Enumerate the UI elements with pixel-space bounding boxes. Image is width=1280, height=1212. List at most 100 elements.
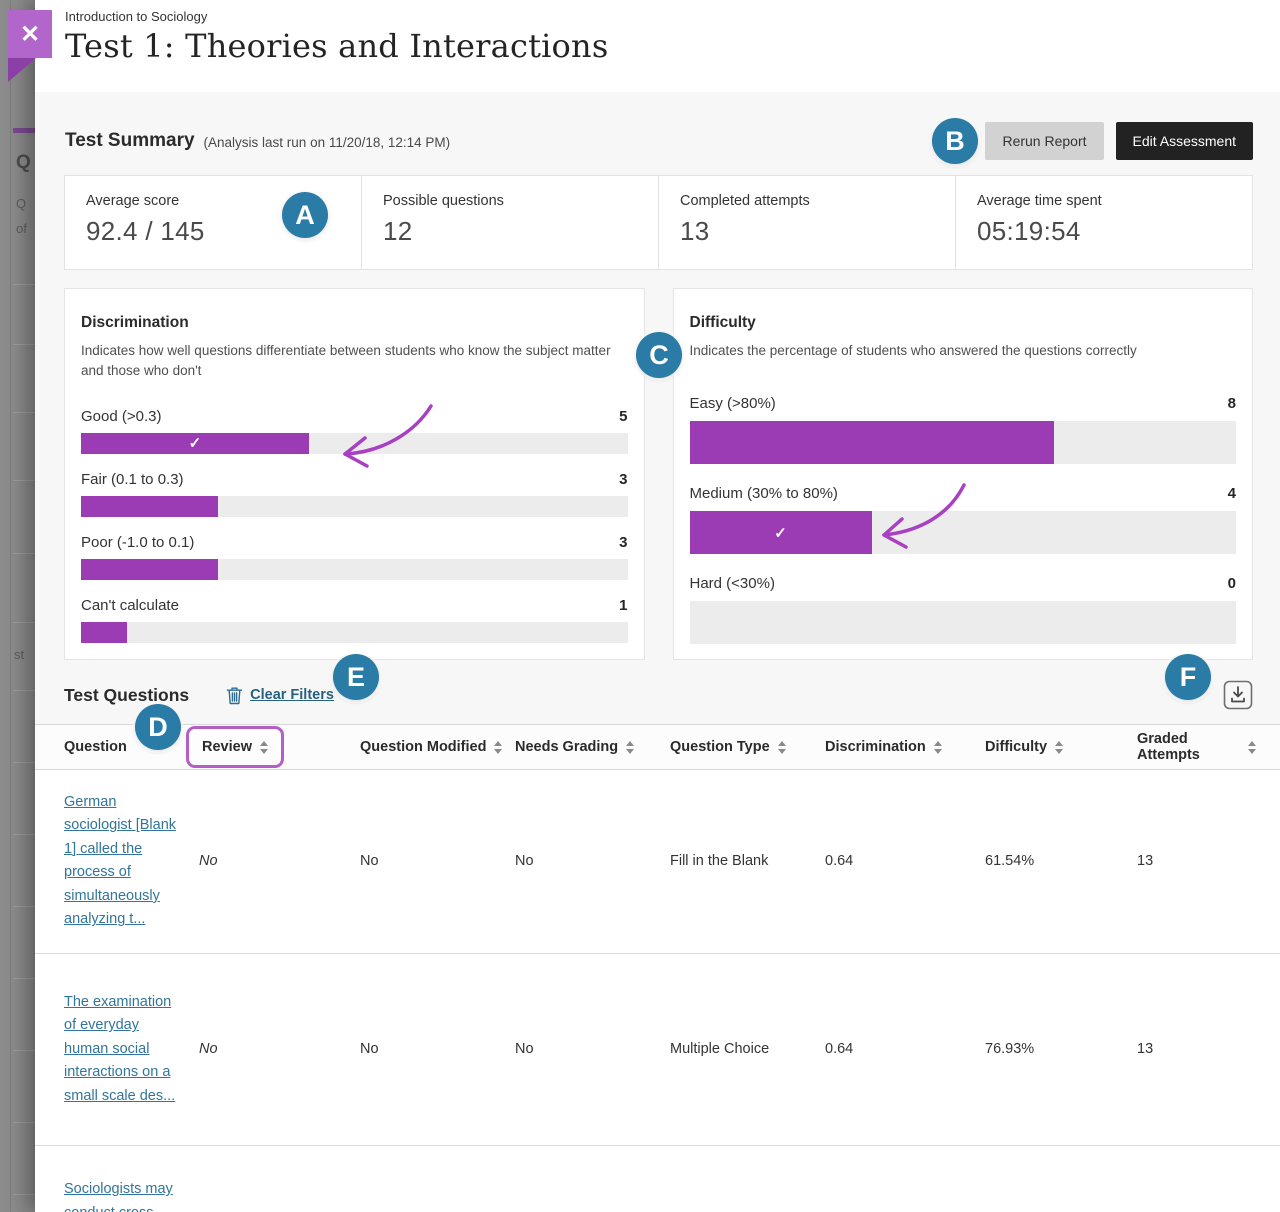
screenshot-stage: Q Q of st ✕ Introduction to Sociology Te… bbox=[0, 0, 1280, 1212]
course-name: Introduction to Sociology bbox=[65, 9, 1280, 24]
column-header-question-type[interactable]: Question Type bbox=[670, 739, 825, 755]
backdrop-row-divider bbox=[13, 762, 35, 763]
close-ribbon-tail bbox=[8, 58, 36, 82]
difficulty-value: 76.93% bbox=[985, 1041, 1137, 1057]
question-modified-value: No bbox=[360, 1041, 515, 1057]
close-icon: ✕ bbox=[20, 20, 40, 49]
bar-label: Can't calculate bbox=[81, 597, 179, 614]
column-label: Review bbox=[202, 739, 252, 755]
sort-icon[interactable] bbox=[626, 741, 634, 754]
question-link[interactable]: Sociologists may conduct cross-cultural … bbox=[64, 1178, 178, 1212]
difficulty-value: 61.54% bbox=[985, 853, 1137, 869]
bar-count: 8 bbox=[1228, 395, 1236, 412]
stat-value: 05:19:54 bbox=[977, 216, 1252, 247]
backdrop-row-divider bbox=[13, 1122, 35, 1123]
sort-icon[interactable] bbox=[778, 741, 786, 754]
backdrop-text-fragment: of bbox=[16, 221, 27, 236]
bar-count: 3 bbox=[619, 471, 627, 488]
bar-label: Poor (-1.0 to 0.1) bbox=[81, 534, 194, 551]
download-results-button[interactable] bbox=[1223, 680, 1253, 710]
question-modified-value: No bbox=[360, 853, 515, 869]
discrimination-description: Indicates how well questions differentia… bbox=[81, 341, 628, 382]
discrimination-chart-panel: Discrimination Indicates how well questi… bbox=[64, 288, 645, 660]
sort-icon[interactable] bbox=[1055, 741, 1063, 754]
column-header-review[interactable]: Review bbox=[199, 726, 360, 768]
column-header-question[interactable]: Question bbox=[64, 739, 199, 755]
question-type-value: Fill in the Blank bbox=[670, 853, 825, 869]
bar-hard: Hard (<30%) 0 bbox=[690, 575, 1237, 644]
column-header-difficulty[interactable]: Difficulty bbox=[985, 739, 1137, 755]
backdrop-row-divider bbox=[13, 344, 35, 345]
stat-label: Possible questions bbox=[383, 193, 658, 209]
table-row: German sociologist [Blank 1] called the … bbox=[35, 770, 1280, 954]
sort-icon[interactable] bbox=[494, 741, 502, 754]
bar-label: Fair (0.1 to 0.3) bbox=[81, 471, 184, 488]
graded-attempts-value: 13 bbox=[1137, 1041, 1256, 1057]
stat-value: 13 bbox=[680, 216, 955, 247]
column-label: Question Type bbox=[670, 739, 770, 755]
bar-label: Good (>0.3) bbox=[81, 408, 161, 425]
panel-header: Introduction to Sociology Test 1: Theori… bbox=[35, 0, 1280, 92]
bar-good: Good (>0.3) 5 ✓ bbox=[81, 408, 628, 454]
review-value: No bbox=[199, 853, 360, 869]
close-panel-button[interactable]: ✕ bbox=[8, 10, 52, 58]
bar-easy: Easy (>80%) 8 bbox=[690, 395, 1237, 464]
bar-poor: Poor (-1.0 to 0.1) 3 bbox=[81, 534, 628, 580]
clear-filters-link[interactable]: Clear Filters bbox=[226, 686, 334, 705]
annotation-badge-f: F bbox=[1165, 654, 1211, 700]
summary-stats-row: Average score 92.4 / 145 Possible questi… bbox=[64, 175, 1253, 270]
sort-icon[interactable] bbox=[1248, 741, 1256, 754]
discrimination-title: Discrimination bbox=[81, 314, 628, 332]
difficulty-chart-panel: Difficulty Indicates the percentage of s… bbox=[673, 288, 1254, 660]
backdrop-text-fragment: Q bbox=[16, 152, 31, 174]
stat-possible-questions: Possible questions 12 bbox=[361, 176, 658, 269]
test-questions-header: Test Questions Clear Filters bbox=[35, 660, 1280, 724]
discrimination-value: 0.64 bbox=[825, 853, 985, 869]
annotation-badge-b: B bbox=[932, 118, 978, 164]
bar-count: 5 bbox=[619, 408, 627, 425]
column-header-discrimination[interactable]: Discrimination bbox=[825, 739, 985, 755]
column-label: Graded Attempts bbox=[1137, 731, 1240, 763]
download-icon bbox=[1223, 680, 1253, 710]
backdrop-row-divider bbox=[13, 622, 35, 623]
table-row: Sociologists may conduct cross-cultural … bbox=[35, 1146, 1280, 1212]
column-label: Discrimination bbox=[825, 739, 926, 755]
backdrop-row-divider bbox=[13, 284, 35, 285]
annotation-badge-a: A bbox=[282, 192, 328, 238]
bar-fair: Fair (0.1 to 0.3) 3 bbox=[81, 471, 628, 517]
annotation-badge-c: C bbox=[636, 332, 682, 378]
difficulty-description: Indicates the percentage of students who… bbox=[690, 341, 1237, 361]
needs-grading-value: No bbox=[515, 1041, 670, 1057]
bar-label: Easy (>80%) bbox=[690, 395, 776, 412]
backdrop-text-fragment: Q bbox=[16, 196, 26, 211]
column-header-needs-grading[interactable]: Needs Grading bbox=[515, 739, 670, 755]
column-header-question-modified[interactable]: Question Modified bbox=[360, 739, 515, 755]
edit-assessment-button[interactable]: Edit Assessment bbox=[1116, 122, 1254, 160]
sort-icon[interactable] bbox=[934, 741, 942, 754]
difficulty-title: Difficulty bbox=[690, 314, 1237, 332]
checkmark-icon: ✓ bbox=[189, 434, 202, 452]
stat-label: Average time spent bbox=[977, 193, 1252, 209]
sort-icon[interactable] bbox=[260, 741, 268, 754]
question-link[interactable]: The examination of everyday human social… bbox=[64, 991, 178, 1108]
rerun-report-button[interactable]: Rerun Report bbox=[985, 122, 1103, 160]
annotation-badge-e: E bbox=[333, 654, 379, 700]
bar-label: Hard (<30%) bbox=[690, 575, 775, 592]
backdrop-row-divider bbox=[13, 1050, 35, 1051]
annotation-highlight-box: Review bbox=[186, 726, 284, 768]
backdrop-text-fragment: st bbox=[14, 647, 24, 662]
backdrop-row-divider bbox=[13, 690, 35, 691]
column-label: Question bbox=[64, 739, 127, 755]
clear-filters-label: Clear Filters bbox=[250, 687, 334, 703]
bar-count: 4 bbox=[1228, 485, 1236, 502]
table-header-row: Question Review Question Modified Needs … bbox=[35, 724, 1280, 770]
needs-grading-value: No bbox=[515, 853, 670, 869]
question-link[interactable]: German sociologist [Blank 1] called the … bbox=[64, 791, 178, 932]
bar-label: Medium (30% to 80%) bbox=[690, 485, 838, 502]
backdrop-row-divider bbox=[13, 553, 35, 554]
test-questions-heading: Test Questions bbox=[64, 685, 189, 706]
backdrop-row-divider bbox=[13, 978, 35, 979]
bar-cant-calculate: Can't calculate 1 bbox=[81, 597, 628, 643]
column-header-graded-attempts[interactable]: Graded Attempts bbox=[1137, 731, 1256, 763]
stat-value: 12 bbox=[383, 216, 658, 247]
